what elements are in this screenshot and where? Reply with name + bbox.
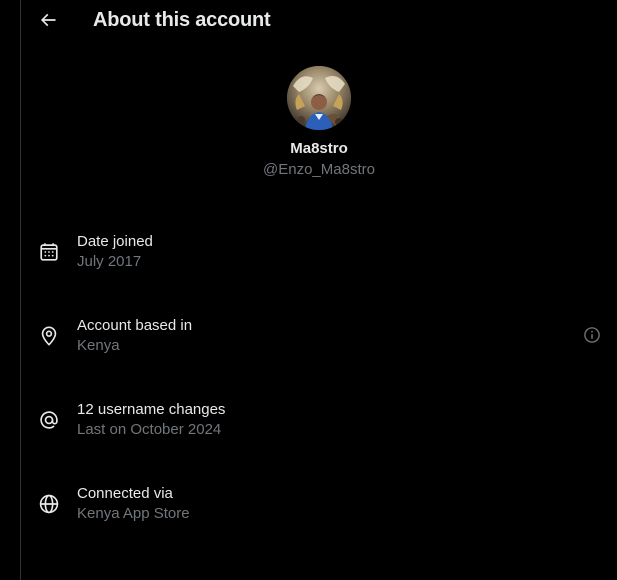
info-row-connected-via: Connected via Kenya App Store [21, 478, 617, 562]
at-sign-icon [37, 408, 61, 432]
info-label: Account based in [77, 317, 193, 334]
profile-summary: Ma8stro @Enzo_Ma8stro [21, 66, 617, 178]
arrow-left-icon [40, 13, 56, 27]
username-handle: @Enzo_Ma8stro [263, 161, 375, 178]
info-circle-icon [584, 327, 600, 343]
page-header: About this account [21, 0, 617, 42]
info-label: Connected via [77, 485, 173, 502]
info-row-username-changes: 12 username changes Last on October 2024 [21, 394, 617, 478]
info-label: 12 username changes [77, 401, 226, 418]
info-value: Last on October 2024 [77, 421, 222, 438]
globe-icon [37, 492, 61, 516]
avatar-image [287, 66, 351, 130]
display-name: Ma8stro [290, 140, 348, 157]
info-row-account-based-in: Account based in Kenya [21, 310, 617, 394]
info-value: July 2017 [77, 253, 142, 270]
back-button[interactable] [35, 6, 61, 34]
info-row-date-joined: Date joined July 2017 [21, 226, 617, 310]
info-label: Date joined [77, 233, 153, 250]
page-title: About this account [93, 9, 271, 31]
avatar[interactable] [287, 66, 351, 130]
calendar-icon [37, 240, 61, 264]
account-info-list: Date joined July 2017 Account based in K… [21, 226, 617, 562]
info-value: Kenya [77, 337, 120, 354]
info-button[interactable] [581, 324, 603, 346]
location-pin-icon [37, 324, 61, 348]
info-value: Kenya App Store [77, 505, 190, 522]
